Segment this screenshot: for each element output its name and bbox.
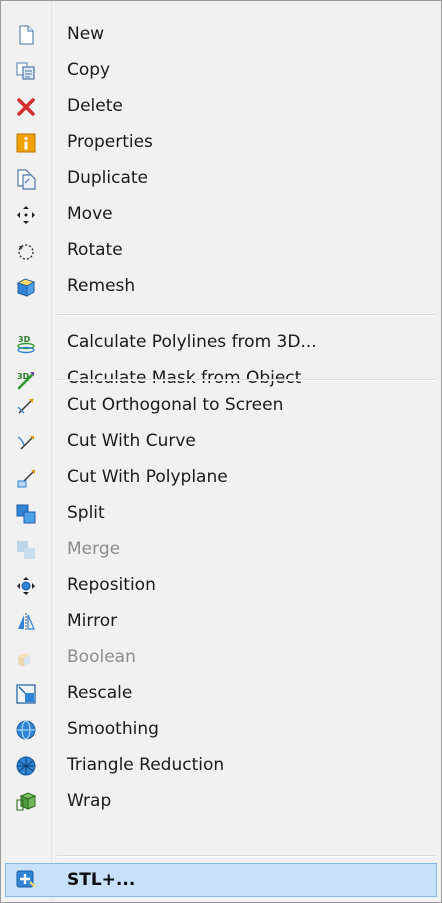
info-icon [16,133,36,153]
menu-item-label: Cut With Curve [67,431,196,451]
menu-item-label: Remesh [67,276,136,296]
wrap-icon [16,792,37,811]
delete-x-icon [17,98,35,116]
menu-item-mirror[interactable]: Mirror [1,603,441,639]
menu-item-delete[interactable]: Delete [1,88,441,124]
context-menu: New Copy Delete Properties Duplicate Mov… [0,0,442,903]
menu-item-move[interactable]: Move [1,196,441,232]
menu-item-label: Copy [67,60,111,80]
triangle-reduction-icon [16,756,36,776]
menu-item-label: Delete [67,96,123,116]
polylines-3d-icon: 3D [17,335,35,354]
cut-curve-icon [17,436,34,450]
menu-item-label: Cut Orthogonal to Screen [67,395,284,415]
menu-item-label: Triangle Reduction [67,755,225,775]
menu-item-label: Smoothing [67,719,159,739]
menu-item-boolean[interactable]: Boolean [1,639,441,675]
menu-item-stl-plus[interactable]: STL+... [5,863,437,897]
copy-icon [16,62,35,80]
menu-separator [57,379,437,381]
menu-item-remesh[interactable]: Remesh [1,268,441,304]
cut-orthogonal-icon [17,398,34,414]
menu-item-label: Calculate Polylines from 3D... [67,332,317,352]
menu-item-cut-orthogonal[interactable]: Cut Orthogonal to Screen [1,387,441,423]
menu-item-smoothing[interactable]: Smoothing [1,711,441,747]
boolean-icon [18,653,30,667]
menu-item-label: New [67,24,105,44]
rescale-icon [16,684,36,704]
menu-item-label: Wrap [67,791,112,811]
mirror-icon [18,613,35,631]
menu-item-label: Mirror [67,611,118,631]
menu-item-label: Merge [67,539,121,559]
cut-polyplane-icon [17,470,35,488]
menu-item-properties[interactable]: Properties [1,124,441,160]
menu-item-cut-with-curve[interactable]: Cut With Curve [1,423,441,459]
menu-item-duplicate[interactable]: Duplicate [1,160,441,196]
menu-item-label: Rotate [67,240,123,260]
menu-item-label: Duplicate [67,168,148,188]
reposition-icon [17,577,35,595]
split-icon [16,504,36,524]
move-arrows-icon [17,206,35,224]
menu-item-label: Move [67,204,113,224]
svg-text:3D: 3D [18,335,31,344]
menu-item-reposition[interactable]: Reposition [1,567,441,603]
menu-item-triangle-reduction[interactable]: Triangle Reduction [1,747,441,783]
remesh-cube-icon [16,278,36,297]
menu-item-label: STL+... [67,870,136,890]
menu-item-wrap[interactable]: Wrap [1,783,441,819]
smoothing-icon [16,720,36,740]
menu-item-merge[interactable]: Merge [1,531,441,567]
menu-item-label: Split [67,503,105,523]
new-page-icon [19,25,34,45]
menu-item-rescale[interactable]: Rescale [1,675,441,711]
menu-separator [57,855,437,857]
menu-item-label: Boolean [67,647,136,667]
menu-item-label: Rescale [67,683,133,703]
merge-icon [17,541,35,559]
rotate-icon [18,244,34,260]
menu-item-copy[interactable]: Copy [1,52,441,88]
stl-plus-icon [16,870,36,888]
menu-item-cut-with-polyplane[interactable]: Cut With Polyplane [1,459,441,495]
menu-item-label: Properties [67,132,153,152]
menu-separator [57,314,437,316]
duplicate-icon [17,169,36,190]
menu-item-label: Cut With Polyplane [67,467,228,487]
menu-item-split[interactable]: Split [1,495,441,531]
menu-item-calculate-polylines[interactable]: 3D Calculate Polylines from 3D... [1,324,441,360]
menu-item-rotate[interactable]: Rotate [1,232,441,268]
menu-item-label: Reposition [67,575,156,595]
menu-item-new[interactable]: New [1,16,441,52]
